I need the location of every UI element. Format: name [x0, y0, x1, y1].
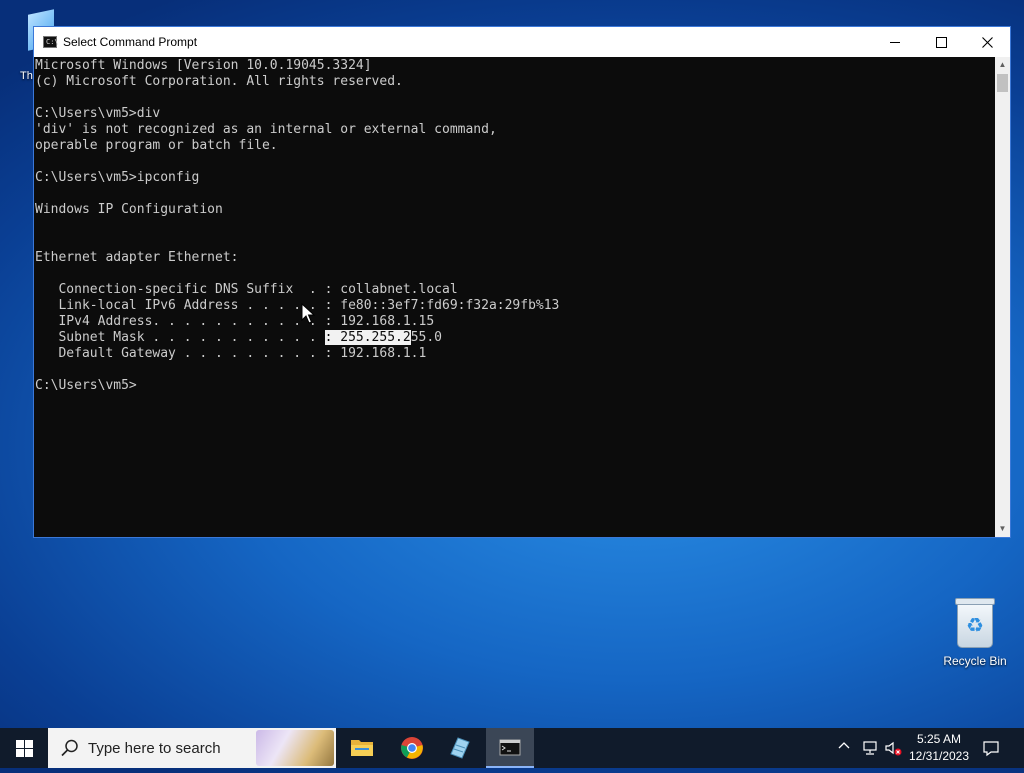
- command-prompt-app-icon[interactable]: C:\: [43, 36, 59, 48]
- volume-muted-icon[interactable]: [884, 740, 902, 761]
- notifications-icon[interactable]: [982, 739, 1000, 762]
- recycle-bin-desktop-icon[interactable]: ♻ Recycle Bin: [940, 598, 1010, 668]
- console-output[interactable]: Microsoft Windows [Version 10.0.19045.33…: [34, 57, 994, 537]
- network-icon[interactable]: [862, 740, 878, 761]
- taskbar-search-box[interactable]: Type here to search: [48, 728, 336, 768]
- desktop-icon-label: Th: [20, 70, 33, 82]
- recycle-bin-icon: ♻: [955, 598, 995, 648]
- search-icon: [61, 739, 78, 757]
- vertical-scrollbar[interactable]: ▲ ▼: [995, 57, 1010, 537]
- scrollbar-thumb[interactable]: [997, 74, 1008, 92]
- command-prompt-icon: [499, 739, 521, 756]
- window-title: Select Command Prompt: [63, 35, 198, 49]
- notepad-icon: [450, 737, 470, 759]
- search-placeholder: Type here to search: [88, 740, 221, 757]
- start-button[interactable]: [0, 728, 48, 768]
- taskbar-chrome[interactable]: [388, 728, 436, 768]
- console-text[interactable]: Microsoft Windows [Version 10.0.19045.33…: [34, 57, 994, 394]
- clock-date: 12/31/2023: [908, 749, 970, 763]
- taskbar-file-explorer[interactable]: [338, 728, 386, 768]
- taskbar: Type here to search 5:25 AM 12/31/2023: [0, 728, 1024, 768]
- recycle-bin-label: Recycle Bin: [943, 654, 1007, 668]
- search-highlight-image[interactable]: [256, 730, 334, 766]
- maximize-icon: [936, 37, 947, 48]
- selected-text[interactable]: : 255.255.2: [324, 330, 411, 345]
- minimize-icon: [890, 42, 900, 43]
- taskbar-clock[interactable]: 5:25 AM 12/31/2023: [904, 731, 974, 765]
- close-icon: [982, 37, 993, 48]
- command-prompt-window[interactable]: C:\ Select Command Prompt Microsoft Wind…: [33, 26, 1011, 538]
- taskbar-notes-app[interactable]: [436, 728, 484, 768]
- folder-icon: [351, 740, 373, 756]
- title-bar[interactable]: C:\ Select Command Prompt: [34, 27, 1010, 57]
- minimize-button[interactable]: [872, 27, 918, 57]
- maximize-button[interactable]: [918, 27, 964, 57]
- chrome-icon: [401, 737, 423, 759]
- mouse-pointer-icon: [301, 303, 315, 324]
- scroll-up-arrow-icon[interactable]: ▲: [995, 57, 1010, 73]
- scroll-down-arrow-icon[interactable]: ▼: [995, 521, 1010, 537]
- show-hidden-icons-chevron-up-icon[interactable]: [838, 740, 850, 755]
- taskbar-command-prompt[interactable]: [486, 728, 534, 768]
- clock-time: 5:25 AM: [916, 732, 962, 746]
- close-button[interactable]: [964, 27, 1010, 57]
